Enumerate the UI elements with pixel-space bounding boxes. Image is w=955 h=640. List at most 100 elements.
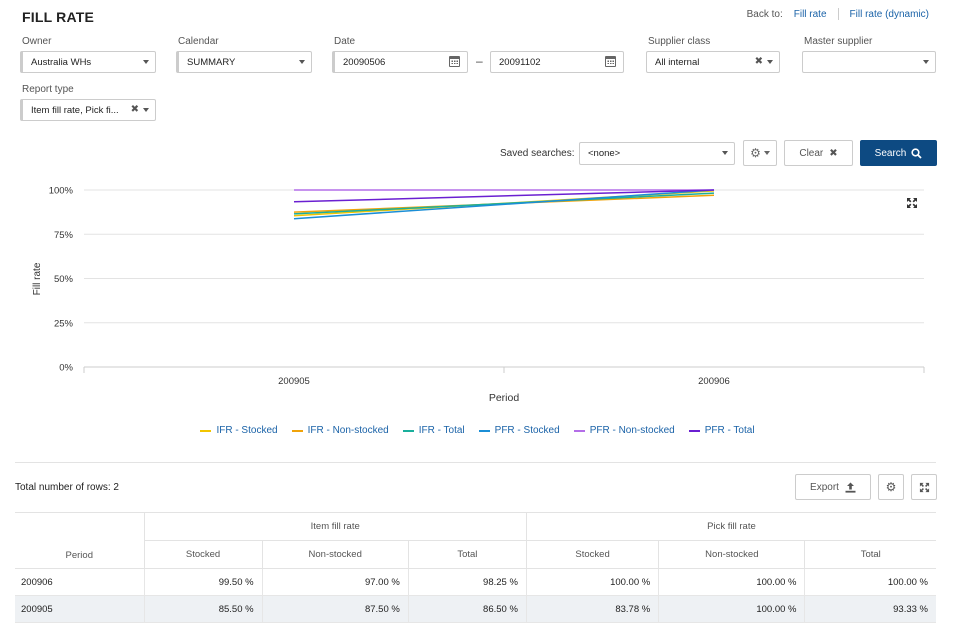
report-type-select[interactable]: Item fill rate, Pick fi... ✖ bbox=[20, 99, 156, 121]
cell-pfr-non-stocked: 100.00 % bbox=[658, 568, 806, 596]
gear-icon: ⚙ bbox=[750, 146, 761, 160]
owner-value: Australia WHs bbox=[31, 56, 92, 68]
x-axis-label: Period bbox=[489, 392, 520, 404]
fill-rate-chart: 0% 25% 50% 75% 100% 200905 200906 Period Fill… bbox=[32, 186, 925, 404]
y-tick-label: 75% bbox=[54, 230, 74, 241]
legend-item[interactable]: IFR - Stocked bbox=[200, 425, 278, 436]
chevron-down-icon bbox=[299, 60, 305, 64]
date-from-input[interactable]: 20090506 bbox=[332, 51, 468, 73]
x-axis-tick-labels: 200905 200906 bbox=[278, 376, 730, 387]
chevron-down-icon bbox=[143, 108, 149, 112]
calendar-select[interactable]: SUMMARY bbox=[176, 51, 312, 73]
calendar-label: Calendar bbox=[178, 36, 219, 47]
owner-label: Owner bbox=[22, 36, 52, 47]
legend-swatch bbox=[291, 429, 303, 432]
search-button[interactable]: Search bbox=[860, 140, 937, 166]
report-type-value: Item fill rate, Pick fi... bbox=[31, 104, 119, 116]
legend-swatch bbox=[200, 429, 212, 432]
cell-period: 200905 bbox=[15, 595, 145, 623]
cell-pfr-stocked: 83.78 % bbox=[525, 595, 660, 623]
chevron-down-icon bbox=[767, 60, 773, 64]
close-icon: ✖ bbox=[829, 147, 838, 159]
back-link-fill-rate[interactable]: Fill rate bbox=[794, 9, 827, 20]
report-type-label: Report type bbox=[22, 84, 74, 95]
search-settings-button[interactable]: ⚙ bbox=[743, 140, 777, 166]
cell-ifr-stocked: 99.50 % bbox=[143, 568, 263, 596]
owner-select[interactable]: Australia WHs bbox=[20, 51, 156, 73]
legend-label: IFR - Non-stocked bbox=[307, 425, 389, 436]
cell-ifr-stocked: 85.50 % bbox=[143, 595, 263, 623]
legend-swatch bbox=[402, 429, 414, 432]
y-tick-label: 50% bbox=[54, 274, 74, 285]
saved-searches-select[interactable]: <none> bbox=[579, 142, 735, 165]
supplier-class-select[interactable]: All internal ✖ bbox=[646, 51, 780, 73]
chart-series bbox=[293, 189, 715, 220]
supplier-class-label: Supplier class bbox=[648, 36, 711, 47]
legend-label: IFR - Total bbox=[418, 425, 465, 436]
table-expand-button[interactable] bbox=[911, 474, 937, 500]
cell-period: 200906 bbox=[15, 568, 145, 596]
export-button[interactable]: Export bbox=[795, 474, 871, 500]
calendar-icon[interactable] bbox=[605, 56, 616, 67]
date-to-value: 20091102 bbox=[499, 56, 541, 68]
date-label: Date bbox=[334, 36, 356, 47]
section-divider bbox=[15, 462, 936, 463]
chevron-down-icon bbox=[143, 60, 149, 64]
legend-item[interactable]: IFR - Total bbox=[402, 425, 465, 436]
table-settings-button[interactable]: ⚙ bbox=[878, 474, 904, 500]
chevron-down-icon bbox=[923, 60, 929, 64]
column-header-ifr-stocked[interactable]: Stocked bbox=[143, 540, 263, 569]
master-supplier-select[interactable] bbox=[802, 51, 936, 73]
expand-icon[interactable] bbox=[906, 197, 918, 209]
y-tick-label: 25% bbox=[54, 318, 74, 329]
y-axis-ticks: 0% 25% 50% 75% 100% bbox=[49, 186, 74, 374]
supplier-class-value: All internal bbox=[655, 56, 700, 68]
date-from-value: 20090506 bbox=[343, 56, 386, 68]
clear-icon[interactable]: ✖ bbox=[755, 56, 763, 67]
group-header-item-fill-rate: Item fill rate bbox=[143, 512, 527, 541]
x-tick-label: 200906 bbox=[698, 376, 730, 387]
legend-item[interactable]: PFR - Non-stocked bbox=[573, 425, 675, 436]
link-divider bbox=[837, 8, 839, 20]
column-header-ifr-non-stocked[interactable]: Non-stocked bbox=[261, 540, 409, 569]
legend-swatch bbox=[478, 429, 490, 432]
y-axis-label: Fill rate bbox=[32, 262, 43, 295]
back-to-label: Back to: bbox=[746, 8, 783, 20]
legend-item[interactable]: PFR - Total bbox=[688, 425, 755, 436]
column-header-pfr-total[interactable]: Total bbox=[804, 540, 936, 569]
column-header-ifr-total[interactable]: Total bbox=[407, 540, 527, 569]
saved-searches-label: Saved searches: bbox=[500, 148, 575, 159]
table-row[interactable]: 200905 85.50 % 87.50 % 86.50 % 83.78 % 1… bbox=[15, 595, 936, 623]
upload-icon bbox=[845, 482, 856, 493]
column-header-period[interactable]: Period bbox=[15, 512, 145, 569]
legend-label: PFR - Non-stocked bbox=[589, 425, 675, 436]
column-header-pfr-stocked[interactable]: Stocked bbox=[525, 540, 660, 569]
master-supplier-label: Master supplier bbox=[804, 36, 873, 47]
legend-label: IFR - Stocked bbox=[216, 425, 278, 436]
cell-ifr-total: 98.25 % bbox=[407, 568, 527, 596]
expand-icon bbox=[919, 482, 929, 492]
cell-pfr-total: 93.33 % bbox=[804, 595, 936, 623]
search-icon bbox=[911, 147, 922, 159]
back-link-fill-rate-dynamic[interactable]: Fill rate (dynamic) bbox=[850, 9, 929, 20]
chevron-down-icon bbox=[722, 151, 728, 155]
x-tick-label: 200905 bbox=[278, 376, 310, 387]
calendar-icon[interactable] bbox=[449, 56, 460, 67]
date-to-input[interactable]: 20091102 bbox=[490, 51, 624, 73]
saved-searches-value: <none> bbox=[588, 148, 621, 159]
y-tick-label: 0% bbox=[59, 363, 73, 374]
legend-item[interactable]: IFR - Non-stocked bbox=[291, 425, 389, 436]
page-title: FILL RATE bbox=[22, 9, 95, 25]
clear-icon[interactable]: ✖ bbox=[131, 104, 139, 115]
chevron-down-icon bbox=[763, 151, 770, 155]
clear-button[interactable]: Clear ✖ bbox=[784, 140, 853, 166]
group-header-pick-fill-rate: Pick fill rate bbox=[525, 512, 936, 541]
date-range-separator: – bbox=[476, 54, 483, 68]
legend-swatch bbox=[688, 429, 700, 432]
table-row[interactable]: 200906 99.50 % 97.00 % 98.25 % 100.00 % … bbox=[15, 568, 936, 596]
export-button-label: Export bbox=[810, 481, 839, 493]
column-header-pfr-non-stocked[interactable]: Non-stocked bbox=[658, 540, 806, 569]
legend-item[interactable]: PFR - Stocked bbox=[478, 425, 560, 436]
cell-ifr-non-stocked: 87.50 % bbox=[261, 595, 409, 623]
calendar-value: SUMMARY bbox=[187, 56, 236, 68]
